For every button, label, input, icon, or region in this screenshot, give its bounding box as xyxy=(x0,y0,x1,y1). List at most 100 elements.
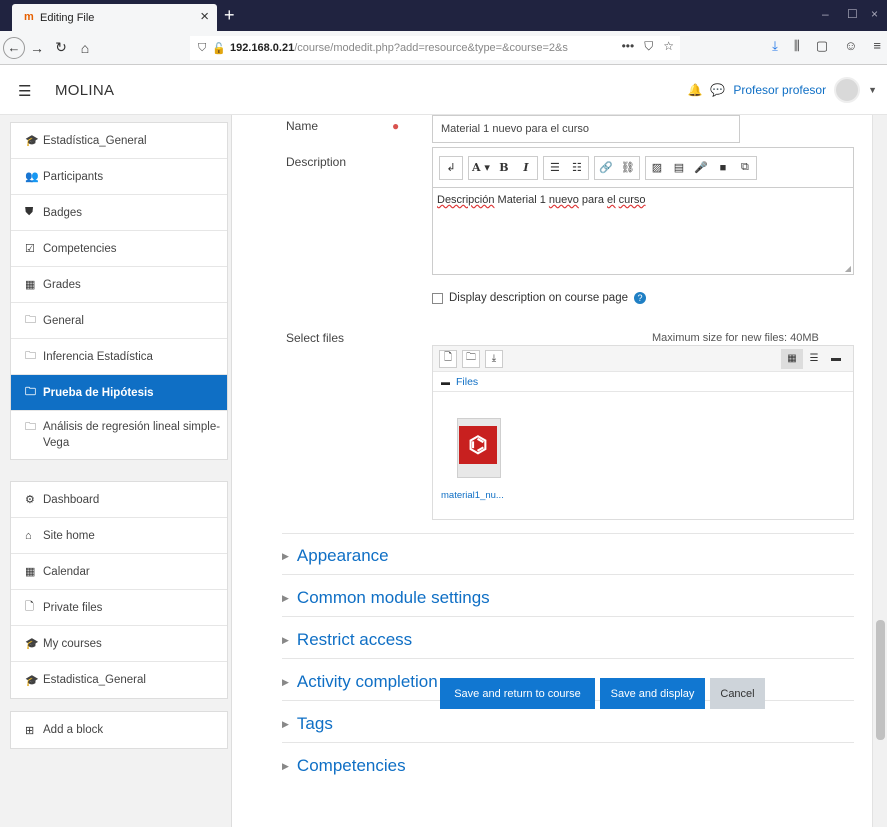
sidebar-item[interactable]: 🎓 My courses xyxy=(11,626,227,662)
sidebar-item[interactable]: 🗀 Análisis de regresión lineal simple-Veg… xyxy=(11,411,227,459)
sidebar-item[interactable]: ▦ Grades xyxy=(11,267,227,303)
save-and-display-button[interactable]: Save and display xyxy=(600,678,705,709)
page-scrollbar[interactable] xyxy=(872,115,887,827)
site-nav-block: ⚙ Dashboard ⌂ Site home ▦ Calendar 🗋 Private fi… xyxy=(10,481,228,699)
record-audio-button[interactable]: 🎤 xyxy=(690,157,712,179)
download-icon[interactable]: ⤓ xyxy=(772,38,778,54)
description-text[interactable]: Descripción Material 1 nuevo para el cur… xyxy=(433,188,853,212)
manage-files-button[interactable]: ⧉ xyxy=(734,157,756,179)
file-name[interactable]: material1_nu... xyxy=(441,490,504,501)
list-view-icon[interactable]: ☰ xyxy=(803,349,825,369)
sidebar-item[interactable]: 🗋 Private files xyxy=(11,590,227,626)
expand-arrow-icon: ▶ xyxy=(282,760,289,771)
unlink-button[interactable]: ⛓ xyxy=(617,157,639,179)
create-folder-icon[interactable]: 🗀 xyxy=(462,349,480,368)
sidebar-item[interactable]: 👥 Participants xyxy=(11,159,227,195)
sidebar-item-label: My courses xyxy=(43,637,102,650)
forward-icon[interactable]: → xyxy=(25,36,49,60)
folder-icon: 🗀 xyxy=(25,350,36,362)
user-menu-caret-icon[interactable]: ▼ xyxy=(868,85,877,95)
sidebar-toggle-icon[interactable]: ▢ xyxy=(816,38,828,54)
select-files-label: Select files xyxy=(286,331,345,345)
maximize-icon[interactable]: ☐ xyxy=(847,7,858,21)
help-icon[interactable]: ? xyxy=(634,292,646,304)
bold-button[interactable]: B xyxy=(493,157,515,179)
sidebar-item[interactable]: ☑ Competencies xyxy=(11,231,227,267)
insert-image-button[interactable]: ▨ xyxy=(646,157,668,179)
section-title: Restrict access xyxy=(296,630,413,649)
tab-close-icon[interactable]: × xyxy=(200,8,209,25)
editor-toolbar: ↲ A ▾ B I ☰ ☷ 🔗 ⛓ ▨ ▤ 🎤 ■ ⧉ xyxy=(433,148,853,188)
page-actions-icon[interactable]: ••• xyxy=(622,39,635,54)
section-appearance[interactable]: ▶ Appearance xyxy=(282,546,389,566)
folder-icon: 🗀 xyxy=(25,421,36,433)
notification-bell-icon[interactable]: 🔔 xyxy=(687,83,702,97)
file-manager-toolbar: 🗋 🗀 ⤓ ▦ ☰ ▬ xyxy=(433,346,853,372)
moodle-favicon-icon: m xyxy=(24,11,34,23)
ordered-list-button[interactable]: ☷ xyxy=(566,157,588,179)
display-description-checkbox[interactable] xyxy=(432,292,443,304)
display-description-label[interactable]: Display description on course page xyxy=(449,292,628,304)
home-icon[interactable]: ⌂ xyxy=(73,36,97,60)
section-competencies[interactable]: ▶ Competencies xyxy=(282,756,406,776)
add-block-button[interactable]: ⊞ Add a block xyxy=(11,712,227,748)
record-video-button[interactable]: ■ xyxy=(712,157,734,179)
browser-tab[interactable]: m Editing File × xyxy=(12,4,217,31)
url-bar[interactable]: ⛉ 🔓 192.168.0.21 /course/modedit.php?add… xyxy=(190,36,680,60)
pdf-file-thumbnail[interactable]: ⌬ xyxy=(457,418,501,480)
sidebar-item[interactable]: 🎓 Estadistica_General xyxy=(11,662,227,698)
back-icon[interactable]: ← xyxy=(3,36,25,59)
sidebar-item[interactable]: 🗀 General xyxy=(11,303,227,339)
resize-handle-icon[interactable]: ◢ xyxy=(845,264,851,273)
files-root-link[interactable]: Files xyxy=(456,376,478,388)
section-restrict-access[interactable]: ▶ Restrict access xyxy=(282,630,412,650)
dashboard-icon: ⚙ xyxy=(25,494,35,506)
expand-arrow-icon: ▶ xyxy=(282,634,289,645)
sidebar-item-label: Inferencia Estadística xyxy=(43,350,153,363)
add-file-icon[interactable]: 🗋 xyxy=(439,349,457,368)
sidebar-item[interactable]: 🗀 Inferencia Estadística xyxy=(11,339,227,375)
scrollbar-thumb[interactable] xyxy=(876,620,885,740)
download-all-icon[interactable]: ⤓ xyxy=(485,349,503,368)
bookmark-star-icon[interactable]: ☆ xyxy=(663,39,674,54)
users-icon: 👥 xyxy=(25,171,39,183)
drawer-toggle-icon[interactable]: ☰ xyxy=(18,82,31,100)
unordered-list-button[interactable]: ☰ xyxy=(544,157,566,179)
sidebar-item[interactable]: ⛊ Badges xyxy=(11,195,227,231)
messages-icon[interactable]: 💬 xyxy=(710,83,725,97)
name-input[interactable]: Material 1 nuevo para el curso xyxy=(432,115,740,143)
italic-button[interactable]: I xyxy=(515,157,537,179)
tree-view-icon[interactable]: ▬ xyxy=(825,349,847,369)
sidebar-item[interactable]: ⌂ Site home xyxy=(11,518,227,554)
description-editor[interactable]: ↲ A ▾ B I ☰ ☷ 🔗 ⛓ ▨ ▤ 🎤 ■ ⧉ Descripción … xyxy=(432,147,854,275)
reload-icon[interactable]: ↻ xyxy=(49,36,73,60)
pocket-icon[interactable]: ⛉ xyxy=(644,39,653,54)
new-tab-icon[interactable]: + xyxy=(224,5,235,26)
main-content: Name ● Material 1 nuevo para el curso De… xyxy=(232,115,872,827)
sidebar-item[interactable]: 🎓 Estadística_General xyxy=(11,123,227,159)
expand-arrow-icon: ▶ xyxy=(282,718,289,729)
sidebar-item-label: Private files xyxy=(43,601,103,614)
library-icon[interactable]: ⫼ xyxy=(794,38,800,54)
section-common-module-settings[interactable]: ▶ Common module settings xyxy=(282,588,490,608)
icon-view-icon[interactable]: ▦ xyxy=(781,348,803,369)
font-style-button[interactable]: A ▾ xyxy=(469,157,493,179)
menu-icon[interactable]: ≡ xyxy=(873,38,881,54)
section-tags[interactable]: ▶ Tags xyxy=(282,714,333,734)
close-window-icon[interactable]: × xyxy=(871,7,878,21)
save-and-return-button[interactable]: Save and return to course xyxy=(440,678,595,709)
link-button[interactable]: 🔗 xyxy=(595,157,617,179)
account-icon[interactable]: ☺ xyxy=(844,38,857,54)
toolbar-toggle-button[interactable]: ↲ xyxy=(440,157,462,179)
sidebar-item[interactable]: ▦ Calendar xyxy=(11,554,227,590)
url-path: /course/modedit.php?add=resource&type=&c… xyxy=(294,42,568,54)
avatar[interactable] xyxy=(834,77,861,103)
cancel-button[interactable]: Cancel xyxy=(710,678,765,709)
insert-media-button[interactable]: ▤ xyxy=(668,157,690,179)
minimize-icon[interactable]: – xyxy=(822,7,829,21)
section-activity-completion[interactable]: ▶ Activity completion xyxy=(282,672,438,692)
site-brand[interactable]: MOLINA xyxy=(55,82,114,99)
sidebar-item[interactable]: ⚙ Dashboard xyxy=(11,482,227,518)
user-name[interactable]: Profesor profesor xyxy=(733,83,826,97)
sidebar-item[interactable]: 🗀 Prueba de Hipótesis xyxy=(11,375,227,411)
